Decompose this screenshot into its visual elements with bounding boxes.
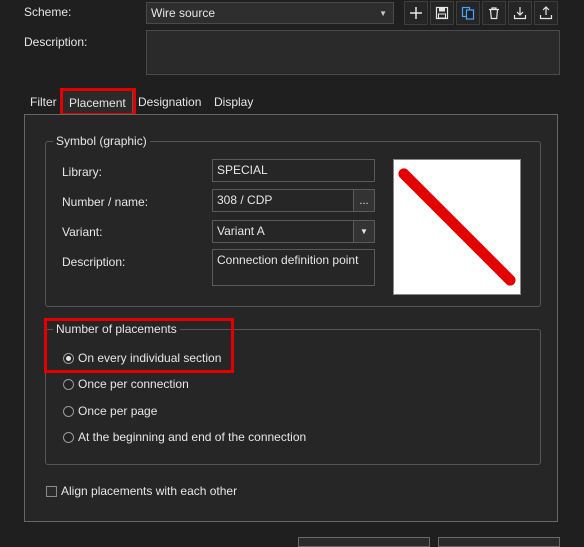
ok-button[interactable]: [298, 537, 430, 547]
symbol-description-label: Description:: [62, 255, 126, 269]
chevron-down-icon[interactable]: ▼: [353, 221, 374, 242]
checkbox[interactable]: [46, 486, 57, 497]
copy-icon: [461, 6, 475, 20]
variant-select[interactable]: Variant A ▼: [212, 220, 375, 243]
placement-panel: Symbol (graphic) Library: SPECIAL Number…: [24, 114, 558, 522]
export-scheme-button[interactable]: [534, 1, 558, 25]
library-value: SPECIAL: [217, 163, 268, 177]
placements-group-title: Number of placements: [53, 322, 180, 336]
radio-button[interactable]: [63, 379, 74, 390]
tab-placement[interactable]: Placement: [62, 90, 133, 114]
variant-value: Variant A: [217, 224, 265, 238]
cancel-button[interactable]: [438, 537, 560, 547]
connection-definition-point-symbol: [398, 168, 516, 286]
import-scheme-button[interactable]: [508, 1, 532, 25]
symbol-group-title: Symbol (graphic): [53, 134, 150, 148]
export-icon: [539, 6, 553, 20]
radio-button[interactable]: [63, 353, 74, 364]
symbol-description-value: Connection definition point: [217, 253, 359, 267]
copy-scheme-button[interactable]: [456, 1, 480, 25]
scheme-value: Wire source: [151, 6, 216, 20]
scheme-label: Scheme:: [24, 5, 72, 19]
delete-scheme-button[interactable]: [482, 1, 506, 25]
description-field[interactable]: [146, 30, 560, 75]
add-scheme-button[interactable]: [404, 1, 428, 25]
save-scheme-button[interactable]: [430, 1, 454, 25]
scheme-toolbar: [404, 1, 560, 25]
number-name-field[interactable]: 308 / CDP ...: [212, 189, 375, 212]
plus-icon: [410, 7, 422, 19]
radio-label: Once per page: [78, 404, 158, 418]
radio-label: On every individual section: [78, 351, 222, 365]
radio-button[interactable]: [63, 406, 74, 417]
library-label: Library:: [62, 165, 103, 179]
tab-display[interactable]: Display: [214, 90, 253, 114]
chevron-down-icon: ▼: [379, 8, 387, 18]
placements-group: [45, 329, 541, 465]
number-name-label: Number / name:: [62, 195, 149, 209]
description-label: Description:: [24, 35, 88, 49]
browse-button[interactable]: ...: [353, 190, 374, 211]
tab-designation[interactable]: Designation: [138, 90, 201, 114]
library-field[interactable]: SPECIAL: [212, 159, 375, 182]
number-name-value: 308 / CDP: [217, 193, 273, 207]
checkbox-label: Align placements with each other: [61, 484, 238, 498]
save-icon: [435, 6, 449, 20]
symbol-preview-graphic: [398, 168, 516, 286]
symbol-preview: [393, 159, 521, 295]
scheme-select[interactable]: Wire source ▼: [146, 2, 394, 24]
radio-label: Once per connection: [78, 377, 189, 391]
tab-filter[interactable]: Filter: [30, 90, 57, 114]
delete-icon: [489, 7, 499, 20]
symbol-description-field[interactable]: Connection definition point: [212, 249, 375, 286]
import-icon: [513, 7, 527, 20]
variant-label: Variant:: [62, 225, 103, 239]
radio-button[interactable]: [63, 432, 74, 443]
radio-label: At the beginning and end of the connecti…: [78, 430, 307, 444]
